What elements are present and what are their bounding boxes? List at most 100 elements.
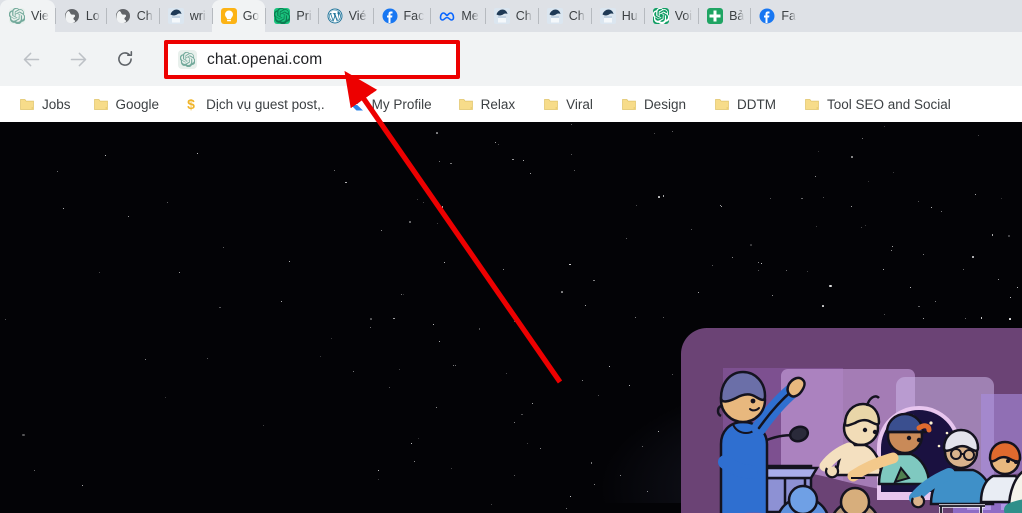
tab-separator [484, 8, 486, 24]
tab-label: Fac [403, 9, 425, 23]
bookmark-item[interactable]: DDTM [707, 93, 783, 115]
openai-icon [9, 8, 25, 24]
bookmark-item[interactable]: Tool SEO and Social [797, 93, 958, 115]
tab-separator [643, 8, 645, 24]
address-bar[interactable]: chat.openai.com [168, 44, 456, 75]
tab[interactable]: Lo [54, 0, 106, 32]
bookmark-label: Google [115, 96, 160, 112]
tab[interactable]: Hu [590, 0, 644, 32]
tab-label: Vié [348, 9, 367, 23]
arrow-right-icon [70, 52, 86, 66]
bookmark-item[interactable]: Google [86, 93, 167, 115]
tab-separator [54, 8, 56, 24]
tab-label: Vie [31, 9, 49, 23]
tab-label: Ch [568, 9, 585, 23]
bookmark-item[interactable]: Jobs [12, 93, 78, 115]
bookmark-item[interactable]: $ Dịch vụ guest post,. [176, 93, 332, 115]
browser-toolbar [0, 32, 1022, 86]
globe-icon [64, 8, 80, 24]
folder-icon [93, 96, 109, 112]
doodle-card[interactable] [681, 328, 1022, 513]
tab-label: Fa [781, 9, 796, 23]
tab-label: Voi [674, 9, 693, 23]
tab-separator [430, 8, 432, 24]
tab-strip: Vie Lo Ch wri Go Pri Vié Fac Me Ch Ch Hu Voi Bả Fa [0, 0, 1022, 32]
tab-label: Ch [515, 9, 532, 23]
tab-label: Bả [729, 9, 745, 23]
tab[interactable]: Ch [105, 0, 159, 32]
arrow-left-icon [23, 52, 39, 66]
bird-icon [546, 8, 563, 24]
tab-separator [265, 8, 267, 24]
tab[interactable]: Go [211, 0, 266, 32]
tab-separator [537, 8, 539, 24]
openai-icon [180, 52, 195, 67]
tab[interactable]: Vie [0, 0, 55, 32]
tab[interactable]: Me [430, 0, 484, 32]
site-favicon-openai-icon [178, 50, 197, 69]
openai-dark-icon [652, 7, 670, 25]
facebook-icon [382, 8, 398, 24]
meta-icon [439, 8, 455, 24]
doodle-illustration [716, 368, 1022, 513]
tab-separator [158, 8, 160, 24]
bookmark-item[interactable]: Design [614, 93, 693, 115]
back-button[interactable] [14, 42, 48, 76]
folder-icon [714, 96, 730, 112]
tab[interactable]: Pri [265, 0, 317, 32]
openai-green-icon [274, 8, 291, 24]
tab-label: Ch [136, 9, 153, 23]
url-text: chat.openai.com [207, 50, 323, 68]
tab[interactable]: Fa [750, 0, 802, 32]
tab-separator [317, 8, 319, 24]
tab[interactable]: Bả [698, 0, 750, 32]
tab-separator [372, 8, 374, 24]
tab-label: wri [189, 9, 206, 23]
tab-label: Pri [296, 9, 312, 23]
bird-icon [167, 8, 184, 24]
tab[interactable]: Vié [317, 0, 373, 32]
bookmark-label: DDTM [736, 96, 776, 112]
bookmarks-bar: Jobs Google $ Dịch vụ guest post,. My Profil… [0, 86, 1022, 122]
facebook-icon [759, 8, 775, 24]
tab[interactable]: Ch [537, 0, 591, 32]
bird-icon [493, 8, 510, 24]
bookmark-label: My Profile [371, 96, 432, 112]
bookmark-label: Design [643, 96, 686, 112]
bookmark-label: Viral [566, 96, 593, 112]
tab-label: Me [461, 9, 479, 23]
bird-icon [599, 8, 616, 24]
reload-icon [118, 50, 133, 66]
wordpress-icon [327, 8, 343, 24]
folder-icon [804, 96, 820, 112]
profile-icon [349, 96, 365, 112]
plus-icon [707, 8, 724, 24]
bookmark-label: Tool SEO and Social [826, 96, 951, 112]
folder-icon [621, 96, 637, 112]
bookmark-label: Jobs [42, 96, 71, 112]
tab[interactable]: Ch [484, 0, 538, 32]
tab-label: Go [242, 9, 260, 23]
page-content [0, 122, 1022, 513]
bookmark-item[interactable]: My Profile [342, 93, 439, 115]
forward-button[interactable] [61, 42, 95, 76]
reload-button[interactable] [108, 42, 142, 76]
tab-separator [105, 8, 107, 24]
tab[interactable]: Voi [643, 0, 698, 32]
bookmark-item[interactable]: Relax [451, 93, 523, 115]
folder-icon [19, 96, 35, 112]
tab-separator [590, 8, 592, 24]
lightbulb-icon [220, 8, 237, 24]
svg-text:$: $ [187, 96, 195, 112]
tab-separator [750, 8, 752, 24]
dollar-icon: $ [183, 96, 199, 112]
tab[interactable]: wri [158, 0, 212, 32]
folder-icon [458, 96, 474, 112]
bookmark-label: Relax [480, 96, 516, 112]
folder-icon [543, 96, 559, 112]
globe-icon [115, 8, 131, 24]
tab-label: Lo [85, 9, 100, 23]
tab[interactable]: Fac [372, 0, 431, 32]
browser-window: Vie Lo Ch wri Go Pri Vié Fac Me Ch Ch Hu Voi Bả Fa [0, 0, 1022, 513]
bookmark-item[interactable]: Viral [536, 93, 600, 115]
